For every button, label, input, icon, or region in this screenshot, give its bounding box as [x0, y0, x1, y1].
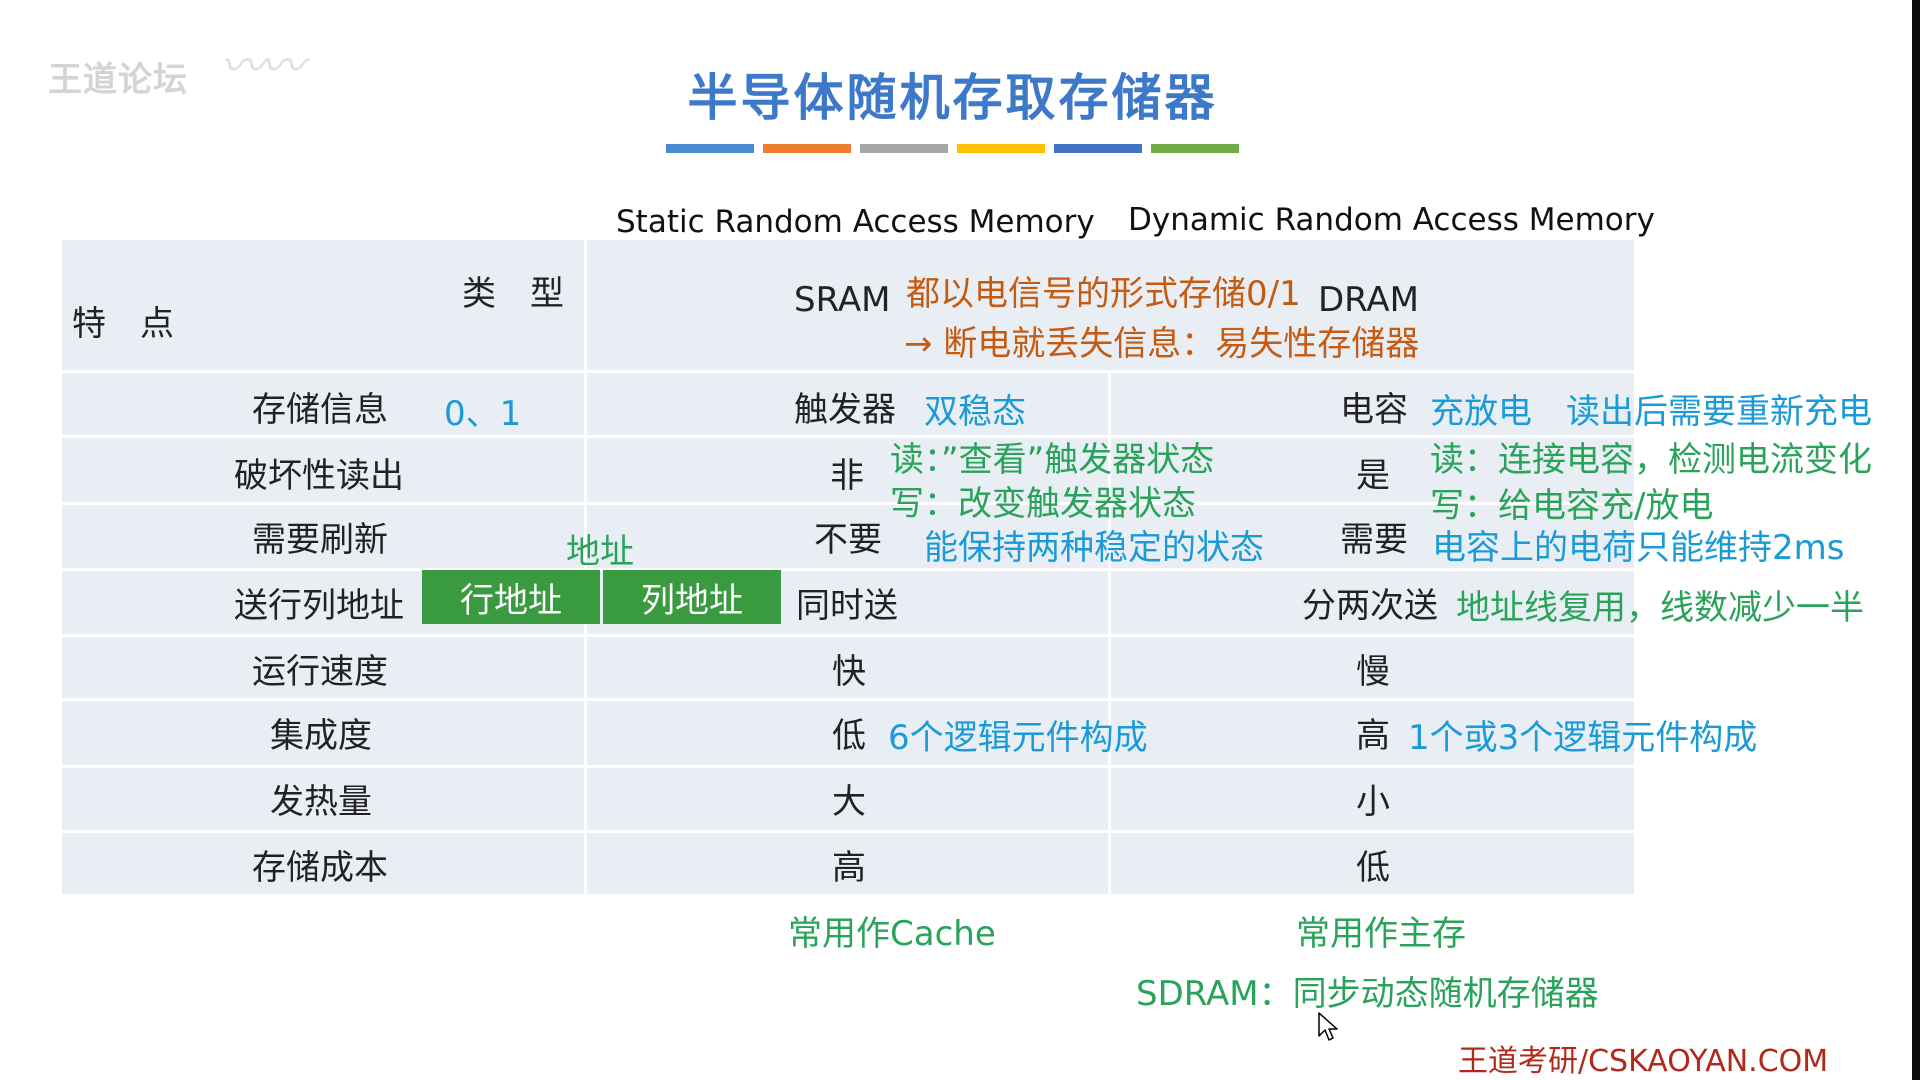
arrow-cursor-icon [1318, 1012, 1338, 1041]
dram-storage-note: 充放电 读出后需要重新充电 [1430, 392, 1872, 432]
sram-integration: 低 [832, 716, 866, 756]
page-title: 半导体随机存取存储器 [687, 69, 1218, 127]
sram-fullname: Static Random Access Memory [616, 204, 1095, 240]
sram-cost: 高 [832, 848, 866, 888]
title-bar-1 [763, 144, 851, 153]
dram-storage-info: 电容 [1340, 390, 1408, 430]
feature-heat: 发热量 [270, 782, 372, 822]
feature-storage-info: 存储信息 [252, 390, 388, 430]
type-header: 类 型 [462, 274, 564, 314]
row-divider [62, 370, 1634, 373]
row-divider [62, 698, 1634, 701]
storage-info-note: 0、1 [444, 394, 522, 434]
common-note-line1: 都以电信号的形式存储0/1 [906, 274, 1301, 314]
title-bar-2 [860, 144, 948, 153]
row-address-box: 行地址 [422, 570, 600, 624]
row-divider [62, 435, 1634, 438]
sram-read-note: 读：”查看”触发器状态 [890, 440, 1215, 480]
dram-header: DRAM [1318, 280, 1420, 320]
row-divider [62, 830, 1634, 833]
address-boxes: 行地址 列地址 [422, 570, 781, 624]
sram-destructive-read: 非 [830, 456, 864, 496]
feature-speed: 运行速度 [252, 652, 388, 692]
row-divider [62, 765, 1634, 768]
sram-storage-note: 双稳态 [924, 392, 1026, 432]
dram-use-note: 常用作主存 [1296, 914, 1466, 954]
dram-speed: 慢 [1356, 652, 1390, 692]
row-divider [62, 634, 1634, 637]
feature-integration: 集成度 [270, 716, 372, 756]
title-bar-5 [1151, 144, 1239, 153]
feature-refresh: 需要刷新 [252, 520, 388, 560]
title-bar-3 [957, 144, 1045, 153]
sram-refresh: 不要 [814, 520, 882, 560]
sram-write-note: 写：改变触发器状态 [890, 484, 1196, 524]
dram-destructive-read: 是 [1356, 456, 1390, 496]
dram-cost: 低 [1356, 848, 1390, 888]
dram-fullname: Dynamic Random Access Memory [1128, 202, 1655, 238]
dram-integration-note: 1个或3个逻辑元件构成 [1408, 718, 1758, 758]
column-address-box: 列地址 [603, 570, 781, 624]
sram-speed: 快 [832, 652, 866, 692]
dram-heat: 小 [1356, 782, 1390, 822]
dram-refresh: 需要 [1340, 520, 1408, 560]
common-note-line2: → 断电就丢失信息：易失性存储器 [904, 324, 1420, 364]
row-divider [62, 568, 1634, 571]
feature-address: 送行列地址 [234, 586, 404, 626]
sram-header: SRAM [794, 280, 891, 320]
sram-address: 同时送 [796, 586, 898, 626]
sdram-note: SDRAM：同步动态随机存储器 [1136, 974, 1599, 1014]
screen-edge-strip [1912, 0, 1920, 1080]
title-bar-0 [666, 144, 754, 153]
dram-refresh-note: 电容上的电荷只能维持2ms [1432, 528, 1845, 568]
dram-address: 分两次送 [1302, 586, 1438, 626]
sram-refresh-note: 能保持两种稳定的状态 [924, 528, 1264, 568]
dram-address-note: 地址线复用，线数减少一半 [1456, 588, 1864, 628]
feature-destructive-read: 破坏性读出 [234, 456, 404, 496]
feature-header: 特 点 [72, 304, 174, 344]
title-underline-bars [666, 144, 1239, 153]
feature-cost: 存储成本 [252, 848, 388, 888]
sram-integration-note: 6个逻辑元件构成 [888, 718, 1148, 758]
row-divider [62, 502, 1634, 505]
title-bar-4 [1054, 144, 1142, 153]
sram-storage-info: 触发器 [794, 390, 896, 430]
brand-footer: 王道考研/CSKAOYAN.COM [1458, 1044, 1829, 1079]
sram-heat: 大 [832, 782, 866, 822]
slide: 王道论坛 〰〰 半导体随机存取存储器 Static Random Access … [0, 0, 1920, 1080]
address-label: 地址 [566, 532, 634, 572]
sram-use-note: 常用作Cache [788, 914, 996, 954]
dram-read-note: 读：连接电容，检测电流变化 [1430, 440, 1872, 480]
dram-integration: 高 [1356, 716, 1390, 756]
